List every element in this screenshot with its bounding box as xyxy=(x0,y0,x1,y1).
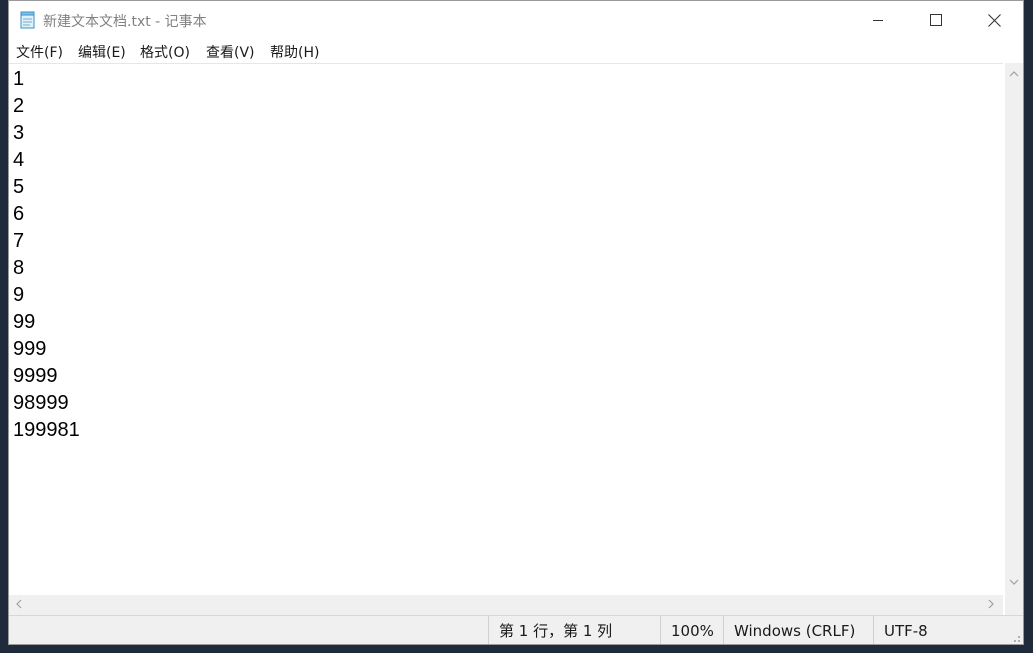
minimize-icon xyxy=(873,20,883,21)
vertical-scrollbar[interactable] xyxy=(1005,63,1023,595)
notepad-window: 新建文本文档.txt - 记事本 文件(F) 编辑(E) 格式(O) 查看(V)… xyxy=(8,0,1024,645)
maximize-button[interactable] xyxy=(907,1,965,39)
close-button[interactable] xyxy=(965,1,1023,39)
horizontal-scrollbar[interactable] xyxy=(9,595,1003,615)
title-bar[interactable]: 新建文本文档.txt - 记事本 xyxy=(9,1,1023,39)
menu-view[interactable]: 查看(V) xyxy=(206,42,255,62)
minimize-button[interactable] xyxy=(849,1,907,39)
text-line: 4 xyxy=(13,149,25,171)
zoom-level: 100% xyxy=(660,616,723,644)
notepad-icon xyxy=(20,11,36,29)
text-line: 3 xyxy=(13,122,25,144)
line-ending: Windows (CRLF) xyxy=(723,616,873,644)
text-line: 1 xyxy=(13,68,25,90)
menu-file[interactable]: 文件(F) xyxy=(16,42,63,62)
scroll-corner xyxy=(1005,595,1023,615)
text-line: 999 xyxy=(13,338,47,360)
menu-bar: 文件(F) 编辑(E) 格式(O) 查看(V) 帮助(H) xyxy=(9,39,1023,63)
text-line: 9 xyxy=(13,284,25,306)
text-line: 7 xyxy=(13,230,25,252)
text-editor[interactable]: 1 2 3 4 5 6 7 8 9 99 999 9999 98999 1999… xyxy=(9,63,1003,595)
text-line: 199981 xyxy=(13,419,80,441)
text-line: 8 xyxy=(13,257,25,279)
status-bar: 第 1 行，第 1 列 100% Windows (CRLF) UTF-8 xyxy=(9,615,1023,644)
scroll-right-icon[interactable] xyxy=(987,599,995,612)
menu-edit[interactable]: 编辑(E) xyxy=(78,42,126,62)
close-icon xyxy=(987,13,1001,27)
window-title: 新建文本文档.txt - 记事本 xyxy=(43,14,207,30)
resize-grip-icon[interactable] xyxy=(1009,632,1021,644)
menu-help[interactable]: 帮助(H) xyxy=(270,42,319,62)
text-line: 9999 xyxy=(13,365,58,387)
cursor-position: 第 1 行，第 1 列 xyxy=(488,616,660,644)
text-line: 2 xyxy=(13,95,25,117)
text-line: 99 xyxy=(13,311,36,333)
encoding: UTF-8 xyxy=(873,616,1023,644)
menu-format[interactable]: 格式(O) xyxy=(140,42,190,62)
maximize-icon xyxy=(930,14,942,26)
text-line: 6 xyxy=(13,203,25,225)
text-line: 5 xyxy=(13,176,25,198)
scroll-left-icon[interactable] xyxy=(15,599,23,612)
text-line: 98999 xyxy=(13,392,69,414)
scroll-up-icon[interactable] xyxy=(1009,69,1019,81)
scroll-down-icon[interactable] xyxy=(1009,577,1019,589)
